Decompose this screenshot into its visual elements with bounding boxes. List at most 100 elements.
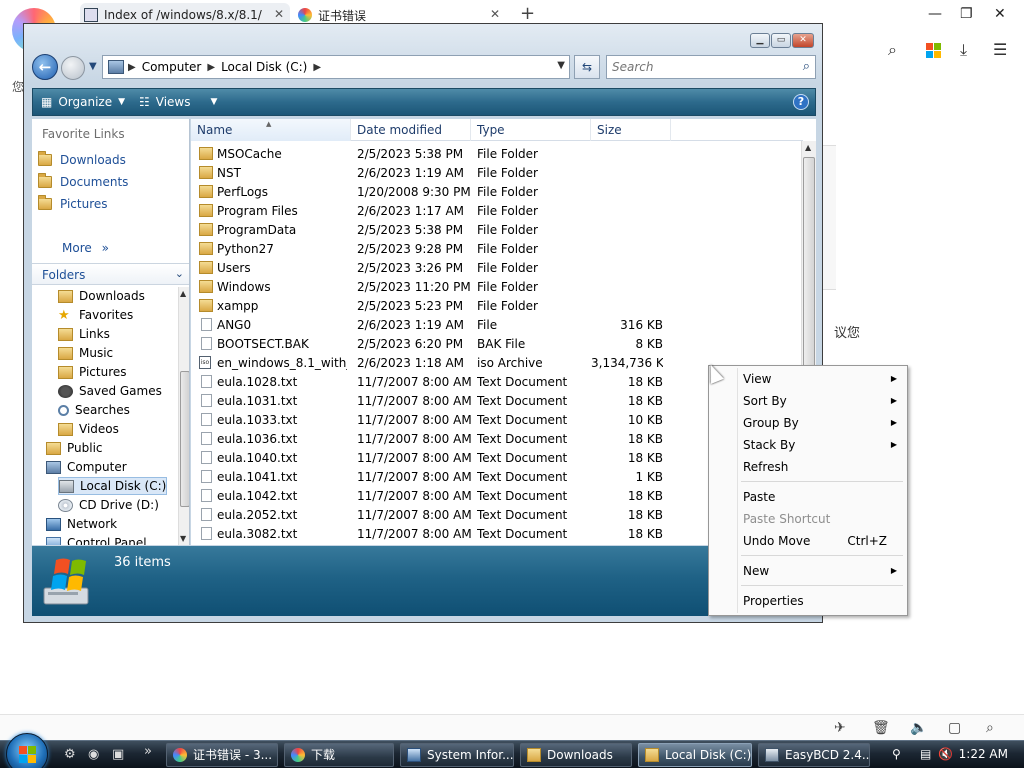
menu-item-undo-move[interactable]: Undo Move Ctrl+Z — [711, 530, 905, 552]
menu-item-sort-by[interactable]: Sort By ▶ — [711, 390, 905, 412]
menu-item-paste[interactable]: Paste — [711, 486, 905, 508]
menu-item-refresh[interactable]: Refresh — [711, 456, 905, 478]
tree-item-searches[interactable]: Searches — [58, 401, 130, 419]
menu-item-stack-by[interactable]: Stack By ▶ — [711, 434, 905, 456]
trash-icon[interactable]: 🗑 — [872, 720, 890, 736]
file-row[interactable]: ProgramData 2/5/2023 5:38 PM File Folder — [191, 221, 803, 240]
folders-header[interactable]: Folders ⌄ — [32, 263, 189, 285]
restore-icon[interactable]: ❐ — [960, 6, 973, 22]
minimize-button[interactable]: ▁ — [750, 33, 770, 48]
close-button[interactable]: ✕ — [792, 33, 814, 48]
tree-item-links[interactable]: Links — [58, 325, 110, 343]
column-header-name[interactable]: Name ▲ — [191, 119, 351, 141]
tree-item-network[interactable]: Network — [46, 515, 117, 533]
start-button[interactable] — [6, 733, 48, 768]
favorite-link-downloads[interactable]: Downloads — [38, 151, 126, 169]
download-icon[interactable]: ⤓ — [960, 40, 967, 60]
search-icon[interactable]: ⌕ — [986, 720, 994, 736]
menu-item-properties[interactable]: Properties — [711, 590, 905, 612]
file-row[interactable]: NST 2/6/2023 1:19 AM File Folder — [191, 164, 803, 183]
tree-item-control-panel[interactable]: Control Panel — [46, 534, 147, 545]
search-icon[interactable]: ⌕ — [803, 59, 810, 74]
tree-item-music[interactable]: Music — [58, 344, 113, 362]
tray-network-icon[interactable]: ▤ — [920, 747, 931, 761]
taskbar-button[interactable]: Local Disk (C:) — [638, 743, 752, 767]
tree-item-saved-games[interactable]: Saved Games — [58, 382, 162, 400]
file-row[interactable]: ANG0 2/6/2023 1:19 AM File 316 KB — [191, 316, 803, 335]
column-header-type[interactable]: Type — [471, 119, 591, 141]
file-row[interactable]: Windows 2/5/2023 11:20 PM File Folder — [191, 278, 803, 297]
sound-icon[interactable]: 🔈 — [910, 720, 927, 736]
favorite-link-documents[interactable]: Documents — [38, 173, 128, 191]
menu-icon[interactable]: ☰ — [993, 40, 1007, 59]
taskbar-button[interactable]: System Infor... — [400, 743, 514, 767]
menu-item-view[interactable]: View ▶ — [711, 368, 905, 390]
file-name: xampp — [217, 299, 259, 313]
help-button[interactable]: ? — [793, 94, 809, 110]
forward-button[interactable] — [61, 56, 85, 80]
taskbar-button[interactable]: Downloads — [520, 743, 632, 767]
refresh-button[interactable]: ⇆ — [574, 55, 600, 79]
breadcrumb-computer[interactable]: Computer — [136, 60, 208, 74]
favorite-link-pictures[interactable]: Pictures — [38, 195, 108, 213]
search-input[interactable] — [612, 57, 792, 77]
scroll-thumb[interactable] — [803, 157, 815, 379]
tree-item-pictures[interactable]: Pictures — [58, 363, 127, 381]
clock[interactable]: 1:22 AM — [959, 747, 1008, 761]
tree-item-computer[interactable]: Computer — [46, 458, 127, 476]
address-dropdown-icon[interactable]: ▼ — [557, 60, 565, 71]
tree-scrollbar[interactable]: ▲ ▼ — [178, 287, 189, 545]
tree-item-cd-drive-d[interactable]: CD Drive (D:) — [58, 496, 159, 514]
more-links-button[interactable]: More » — [62, 241, 109, 255]
window-icon[interactable]: ▢ — [948, 720, 961, 736]
breadcrumb-separator-icon[interactable]: ▶ — [207, 62, 215, 73]
menu-item-new[interactable]: New ▶ — [711, 560, 905, 582]
rocket-icon[interactable]: ✈ — [834, 720, 846, 736]
organize-button[interactable]: ▦ Organize ▼ — [41, 95, 125, 109]
quick-launch-tool-icon[interactable]: ⚙ — [64, 747, 76, 762]
maximize-button[interactable]: ▭ — [771, 33, 791, 48]
new-tab-icon[interactable]: + — [520, 3, 535, 24]
column-header-date[interactable]: Date modified — [351, 119, 471, 141]
close-window-icon[interactable]: ✕ — [994, 6, 1006, 22]
tree-item-videos[interactable]: Videos — [58, 420, 119, 438]
views-button[interactable]: ☷ Views ▼ — [139, 95, 217, 109]
address-bar[interactable]: ▶ Computer ▶ Local Disk (C:) ▶ ▼ — [102, 55, 570, 79]
tray-search-icon[interactable]: ⚲ — [892, 747, 901, 761]
file-row[interactable]: Python27 2/5/2023 9:28 PM File Folder — [191, 240, 803, 259]
breadcrumb-separator-icon[interactable]: ▶ — [128, 62, 136, 73]
menu-item-group-by[interactable]: Group By ▶ — [711, 412, 905, 434]
file-row[interactable]: MSOCache 2/5/2023 5:38 PM File Folder — [191, 145, 803, 164]
history-dropdown-icon[interactable]: ▼ — [89, 61, 97, 72]
scroll-thumb[interactable] — [180, 371, 189, 507]
column-header-size[interactable]: Size — [591, 119, 671, 141]
tree-item-favorites[interactable]: ★ Favorites — [58, 306, 133, 324]
breadcrumb-local-disk[interactable]: Local Disk (C:) — [215, 60, 313, 74]
quick-launch-ie-icon[interactable]: ◉ — [88, 747, 99, 762]
back-button[interactable]: ← — [32, 54, 58, 80]
file-row[interactable]: Users 2/5/2023 3:26 PM File Folder — [191, 259, 803, 278]
taskbar-button[interactable]: 下载 — [284, 743, 394, 767]
quick-launch-overflow-icon[interactable]: » — [144, 744, 152, 759]
taskbar-button[interactable]: 证书错误 - 3... — [166, 743, 278, 767]
minimize-icon[interactable]: — — [928, 6, 942, 22]
apps-grid-icon[interactable] — [926, 43, 942, 59]
file-row[interactable]: xampp 2/5/2023 5:23 PM File Folder — [191, 297, 803, 316]
file-row[interactable]: Program Files 2/6/2023 1:17 AM File Folder — [191, 202, 803, 221]
file-type: Text Document — [477, 451, 568, 465]
tab-close-icon[interactable]: ✕ — [274, 7, 284, 21]
file-row[interactable]: BOOTSECT.BAK 2/5/2023 6:20 PM BAK File 8 KB — [191, 335, 803, 354]
scroll-up-icon[interactable]: ▲ — [180, 289, 186, 298]
breadcrumb-separator-icon[interactable]: ▶ — [313, 62, 321, 73]
tree-item-public[interactable]: Public — [46, 439, 103, 457]
scroll-up-icon[interactable]: ▲ — [805, 143, 811, 152]
tab-close-icon[interactable]: ✕ — [490, 7, 500, 21]
tray-volume-icon[interactable]: 🔇 — [938, 747, 953, 761]
show-desktop-icon[interactable]: ▣ — [112, 747, 124, 762]
taskbar-button[interactable]: EasyBCD 2.4... — [758, 743, 870, 767]
tree-item-local-disk-c[interactable]: Local Disk (C:) — [58, 477, 168, 495]
scroll-down-icon[interactable]: ▼ — [180, 534, 186, 543]
tree-item-downloads[interactable]: Downloads — [58, 287, 145, 305]
search-icon[interactable]: ⌕ — [888, 40, 897, 60]
file-row[interactable]: PerfLogs 1/20/2008 9:30 PM File Folder — [191, 183, 803, 202]
